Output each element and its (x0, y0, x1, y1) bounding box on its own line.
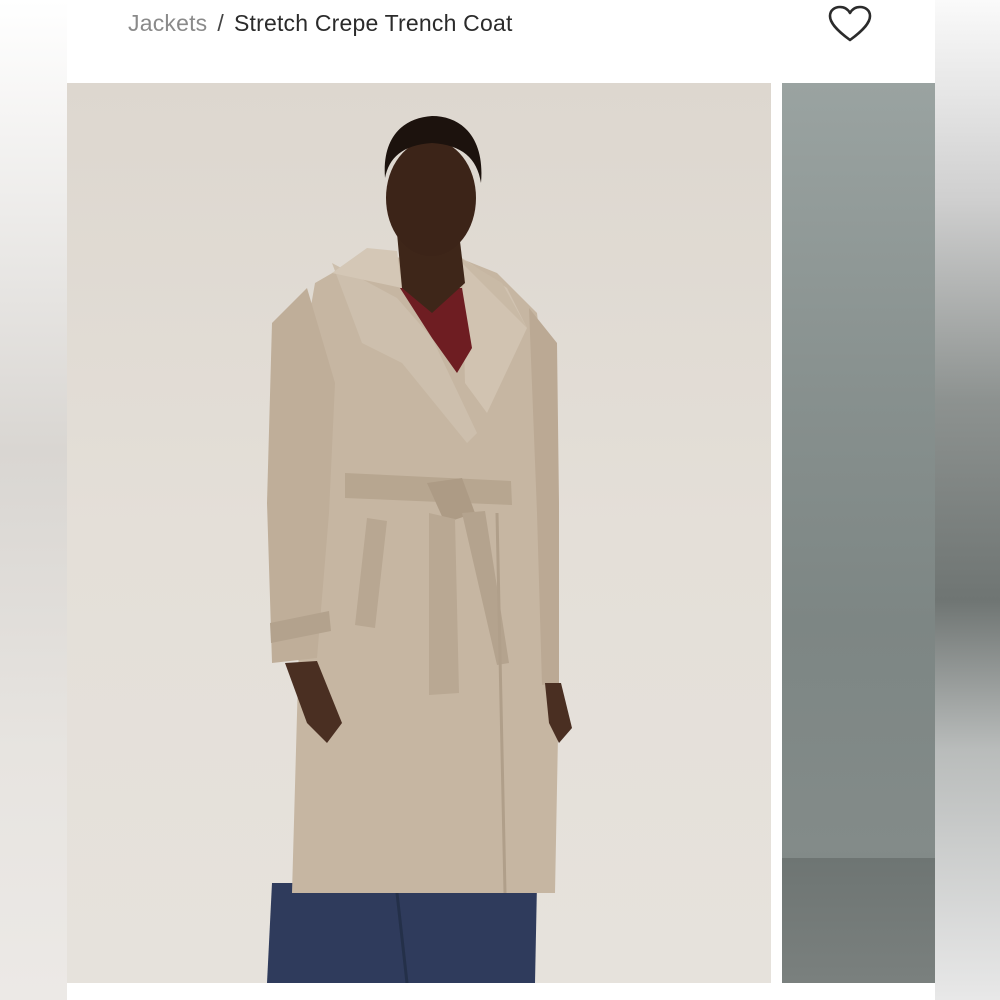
product-next-image[interactable] (782, 83, 935, 983)
product-page: Jackets / Stretch Crepe Trench Coat (67, 0, 935, 1000)
background-right (935, 0, 1000, 1000)
breadcrumb-current-page: Stretch Crepe Trench Coat (233, 9, 513, 36)
model-face (386, 140, 476, 256)
heart-outline-icon (828, 5, 872, 42)
background-left (0, 0, 67, 1000)
breadcrumb-separator: / (217, 9, 224, 36)
breadcrumb: Jackets / Stretch Crepe Trench Coat (128, 8, 513, 38)
next-image-floor (782, 858, 935, 983)
favorite-button[interactable] (827, 4, 873, 44)
breadcrumb-jackets-link[interactable]: Jackets (128, 10, 207, 37)
model-photo (267, 116, 572, 983)
product-main-image[interactable] (67, 83, 771, 983)
